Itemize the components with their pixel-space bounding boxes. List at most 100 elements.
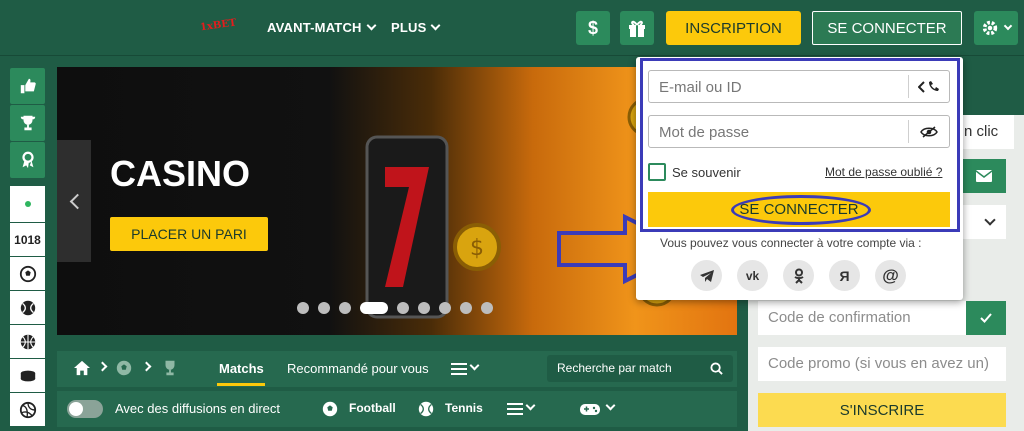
carousel-dot[interactable] — [339, 302, 351, 314]
email-input[interactable]: E-mail ou ID — [648, 70, 950, 103]
yandex-icon[interactable]: Я — [829, 260, 860, 291]
tab-matchs[interactable]: Matchs — [219, 361, 264, 376]
sidebar-item-favorites[interactable] — [10, 68, 45, 104]
settings-button[interactable] — [974, 11, 1018, 45]
sidebar-item-trophy[interactable] — [10, 105, 45, 141]
filter-tennis[interactable]: Tennis — [445, 401, 483, 415]
award-icon — [21, 151, 34, 169]
carousel-dot[interactable] — [460, 302, 472, 314]
chevron-down-icon — [366, 20, 377, 31]
nav-plus[interactable]: PLUS — [391, 20, 441, 35]
top-bar: 1xBET AVANT-MATCH PLUS $ INSCRIPTION SE … — [0, 0, 1024, 56]
sidebar-item-football[interactable] — [10, 257, 45, 290]
volleyball-icon — [19, 401, 36, 418]
carousel-dot[interactable] — [481, 302, 493, 314]
carousel-dot[interactable] — [418, 302, 430, 314]
carousel-dot[interactable] — [318, 302, 330, 314]
place-bet-button[interactable]: PLACER UN PARI — [110, 217, 268, 251]
password-placeholder: Mot de passe — [659, 124, 750, 141]
basketball-icon — [20, 334, 35, 349]
input-separator — [908, 120, 909, 143]
remember-me-checkbox[interactable] — [648, 163, 666, 181]
remember-me-label: Se souvenir — [672, 165, 741, 180]
registration-tab-email[interactable] — [962, 159, 1006, 193]
chevron-left-icon — [69, 193, 85, 209]
slot-reel-image: $ — [365, 135, 501, 319]
password-input[interactable]: Mot de passe — [648, 115, 950, 148]
inscription-button[interactable]: INSCRIPTION — [666, 11, 801, 45]
promo-banner[interactable]: $ CASINO PLACER UN PARI — [57, 67, 737, 335]
home-icon[interactable] — [73, 360, 91, 376]
check-icon — [980, 313, 992, 323]
gift-icon — [629, 20, 645, 37]
football-icon — [19, 265, 36, 282]
nav-avant-match[interactable]: AVANT-MATCH — [267, 20, 377, 35]
sidebar-item-award[interactable] — [10, 142, 45, 178]
search-placeholder: Recherche par match — [557, 361, 672, 375]
football-icon — [322, 401, 338, 417]
eye-slash-icon[interactable] — [917, 122, 941, 142]
chevron-down-icon — [984, 214, 996, 226]
email-placeholder: E-mail ou ID — [659, 79, 742, 96]
list-icon[interactable] — [451, 362, 467, 376]
social-login-text: Vous pouvez vous connecter à votre compt… — [660, 236, 922, 250]
chevron-down-icon — [431, 20, 441, 31]
header-connect-button[interactable]: SE CONNECTER — [812, 11, 962, 45]
banner-title: CASINO — [110, 153, 251, 194]
logo[interactable]: 1xBET — [199, 18, 237, 34]
banner-prev-button[interactable] — [57, 140, 91, 262]
list-icon[interactable] — [507, 402, 523, 416]
events-bar: Matchs Recommandé pour vous Recherche pa… — [57, 351, 737, 431]
left-sidebar: 1018 — [10, 68, 45, 427]
live-stream-label: Avec des diffusions en direct — [115, 401, 281, 416]
thumbs-up-icon — [20, 78, 36, 94]
gamepad-icon[interactable] — [579, 401, 601, 417]
carousel-dot[interactable] — [397, 302, 409, 314]
trophy-icon — [20, 115, 35, 131]
live-dot-icon — [24, 201, 31, 207]
sidebar-item-tennis[interactable] — [10, 291, 45, 324]
gift-button[interactable] — [620, 11, 654, 45]
chevron-down-icon — [469, 360, 480, 371]
telegram-icon[interactable] — [691, 260, 722, 291]
chevron-down-icon — [525, 400, 536, 411]
hockey-puck-icon — [20, 370, 35, 381]
annotation-ellipse — [731, 195, 871, 225]
odnoklassniki-icon[interactable] — [783, 260, 814, 291]
forgot-password-link[interactable]: Mot de passe oublié ? — [825, 165, 942, 179]
match-search-input[interactable]: Recherche par match — [547, 355, 733, 382]
phone-switch-icon[interactable] — [917, 77, 941, 97]
mail-at-icon[interactable]: @ — [875, 260, 906, 291]
sidebar-item-volleyball[interactable] — [10, 393, 45, 426]
nav-plus-label: PLUS — [391, 20, 427, 35]
sidebar-item-basketball[interactable] — [10, 325, 45, 358]
search-icon[interactable] — [710, 362, 723, 375]
events-tabs-row: Matchs Recommandé pour vous Recherche pa… — [57, 351, 737, 387]
tennis-ball-icon — [418, 401, 434, 417]
vk-icon[interactable]: vk — [737, 260, 768, 291]
trophy-icon[interactable] — [161, 359, 179, 377]
chevron-right-icon — [141, 361, 152, 372]
tab-matchs-underline — [217, 383, 265, 386]
confirmation-code-input[interactable]: Code de confirmation — [758, 301, 966, 335]
filter-football[interactable]: Football — [349, 401, 396, 415]
sidebar-item-hockey[interactable] — [10, 359, 45, 392]
registration-tab-one-click[interactable]: n clic — [954, 115, 1014, 149]
chevron-down-icon — [605, 400, 616, 411]
chevron-right-icon — [97, 361, 108, 372]
carousel-dot-active[interactable] — [360, 302, 388, 314]
tennis-ball-icon — [20, 300, 35, 315]
events-filter-row: Avec des diffusions en direct Football T… — [57, 391, 737, 427]
input-separator — [908, 75, 909, 98]
deposit-button[interactable]: $ — [576, 11, 610, 45]
sidebar-item-live[interactable] — [10, 186, 45, 222]
football-icon[interactable] — [115, 359, 133, 377]
envelope-icon — [976, 170, 992, 182]
confirm-code-button[interactable] — [966, 301, 1006, 335]
register-button[interactable]: S'INSCRIRE — [758, 393, 1006, 427]
live-stream-toggle[interactable] — [67, 400, 103, 418]
carousel-dot[interactable] — [439, 302, 451, 314]
tab-recommended[interactable]: Recommandé pour vous — [287, 361, 429, 376]
promo-code-input[interactable]: Code promo (si vous en avez un) — [758, 347, 1006, 381]
carousel-dot[interactable] — [297, 302, 309, 314]
